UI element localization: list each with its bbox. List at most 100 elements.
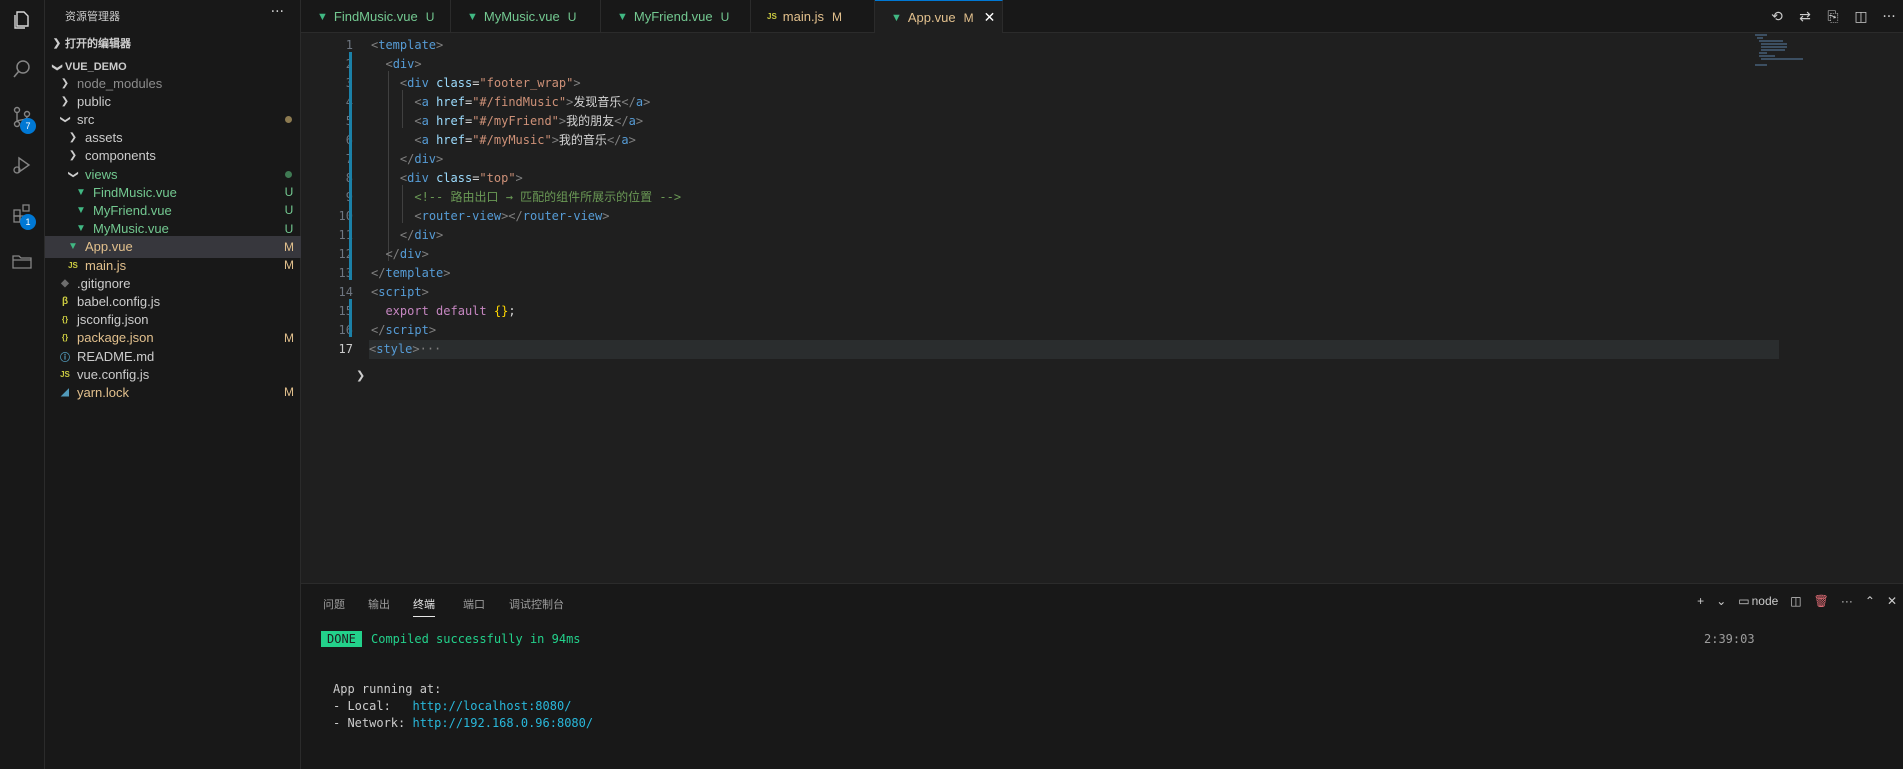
line-number: 3 <box>301 74 353 93</box>
line-number: 16 <box>338 323 353 337</box>
git-status-badge: M <box>284 239 294 254</box>
git-status-badge: M <box>284 258 294 272</box>
line-number: 8 <box>301 169 353 188</box>
line-number: 15 <box>338 304 353 318</box>
modified-lines-indicator <box>349 52 352 280</box>
modified-lines-indicator <box>349 299 352 337</box>
code-editor[interactable]: 1234567891011121314151617 ❯ <template> <… <box>301 33 1903 583</box>
code-line: <template> <box>371 38 444 52</box>
panel-tab[interactable]: 终端 <box>413 596 435 617</box>
done-badge: DONE <box>321 631 362 647</box>
babel-file-icon: β <box>61 295 69 307</box>
panel-more-icon[interactable]: ··· <box>1841 594 1853 608</box>
terminal-icon: ▭ <box>1738 594 1750 608</box>
json-file-icon: {} <box>61 315 69 325</box>
editor-actions: ⟲ ⇄ ⎘ ◫ ··· <box>1763 0 1903 33</box>
git-status-badge: U <box>284 221 294 236</box>
line-number: 9 <box>301 188 353 207</box>
compile-status: Compiled successfully in 94ms <box>371 632 581 646</box>
network-line: - Network: http://192.168.0.96:8080/ <box>333 716 593 730</box>
editor-tab[interactable]: ▼ App.vue M ✕ <box>875 0 1003 34</box>
compare-changes-icon[interactable]: ⇄ <box>1791 9 1819 25</box>
tab-label: MyFriend.vue <box>633 9 713 24</box>
tree-item-label: MyMusic.vue <box>93 221 169 237</box>
chevron-down-icon: ❯ <box>59 115 71 124</box>
panel-tab[interactable]: 调试控制台 <box>509 596 564 612</box>
minimap[interactable] <box>1753 33 1813 73</box>
line-number: 5 <box>301 112 353 131</box>
line-number: 2 <box>301 55 353 74</box>
panel-actions: + ⌄ ▭ node ◫ 🗑 ··· ⌃ ✕ <box>1691 590 1903 612</box>
vue-file-icon: ▼ <box>76 204 86 216</box>
search-icon[interactable] <box>8 55 36 83</box>
editor-tabs: ▼ FindMusic.vue U ▼ MyMusic.vue U ▼ MyFriend.vu… <box>301 0 1903 34</box>
remote-explorer-icon[interactable] <box>8 247 36 275</box>
kill-terminal-icon[interactable]: 🗑 <box>1814 594 1829 608</box>
editor-tab[interactable]: ▼ MyFriend.vue U <box>601 0 751 33</box>
tree-item-label: components <box>85 148 156 164</box>
tab-label: main.js <box>782 9 824 24</box>
git-status-badge: M <box>284 385 294 400</box>
explorer-more-icon[interactable]: ··· <box>271 4 284 20</box>
run-debug-icon[interactable] <box>8 151 36 179</box>
line-number: 13 <box>338 266 353 280</box>
explorer-icon[interactable] <box>8 6 36 34</box>
code-line: <script> <box>371 285 429 299</box>
code-line: <div> <box>385 57 422 71</box>
close-icon[interactable]: ✕ <box>984 9 996 26</box>
tree-item-label: README.md <box>77 348 155 364</box>
network-label: - Network: <box>333 716 413 730</box>
code-line: <a href="#/myMusic">我的音乐</a> <box>414 133 636 147</box>
more-actions-icon[interactable]: ··· <box>1875 9 1903 25</box>
tree-item-label: main.js <box>85 257 127 273</box>
tab-git-badge: U <box>720 9 730 24</box>
tree-item-label: yarn.lock <box>77 384 130 400</box>
code-line: </template> <box>371 266 451 280</box>
js-file-icon: JS <box>60 369 70 379</box>
close-panel-icon[interactable]: ✕ <box>1887 594 1897 608</box>
code-line: </script> <box>371 323 437 337</box>
explorer-title: 资源管理器 <box>65 11 120 23</box>
explorer-sidebar: 资源管理器 ··· ❯ 打开的编辑器 ❯ VUE_DEMO ❯ node_modu… <box>45 0 301 769</box>
chevron-right-icon: ❯ <box>68 150 78 162</box>
split-editor-icon[interactable]: ◫ <box>1847 9 1875 25</box>
line-number: 14 <box>338 285 353 299</box>
open-editors-section[interactable]: ❯ 打开的编辑器 <box>45 32 301 54</box>
editor-tab[interactable]: JS main.js M <box>751 0 875 33</box>
panel-tab[interactable]: 输出 <box>368 596 390 612</box>
code-line: </div> <box>399 228 444 242</box>
code-line: <a href="#/myFriend">我的朋友</a> <box>414 114 644 128</box>
panel-tab[interactable]: 问题 <box>323 596 345 612</box>
fold-chevron-icon[interactable]: ❯ <box>356 369 365 382</box>
tree-item-label: vue.config.js <box>77 366 150 382</box>
timeline-icon[interactable]: ⟲ <box>1763 9 1791 25</box>
terminal-shell-label[interactable]: node <box>1752 594 1779 608</box>
tab-label: MyMusic.vue <box>483 9 560 24</box>
chevron-right-icon: ❯ <box>60 77 70 89</box>
code-line: <router-view></router-view> <box>414 209 610 223</box>
editor-tab[interactable]: ▼ FindMusic.vue U <box>301 0 451 33</box>
split-terminal-icon[interactable]: ◫ <box>1790 594 1801 608</box>
tree-item-label: App.vue <box>85 239 133 255</box>
maximize-panel-icon[interactable]: ⌃ <box>1865 594 1875 608</box>
tree-item-label: assets <box>85 130 123 146</box>
new-terminal-button[interactable]: + <box>1697 594 1704 608</box>
network-url-link[interactable]: http://192.168.0.96:8080/ <box>412 716 593 730</box>
tree-item-label: FindMusic.vue <box>93 184 177 200</box>
tab-git-badge: M <box>963 10 974 25</box>
editor-tab[interactable]: ▼ MyMusic.vue U <box>451 0 601 33</box>
code-line: <style>··· <box>369 340 1779 359</box>
line-number: 12 <box>338 247 353 261</box>
open-changes-icon[interactable]: ⎘ <box>1819 9 1847 25</box>
tree-item[interactable]: ◢ yarn.lock M <box>45 381 301 403</box>
chevron-down-icon[interactable]: ⌄ <box>1716 594 1726 608</box>
scm-badge: 7 <box>20 118 36 134</box>
local-url-link[interactable]: http://localhost:8080/ <box>412 699 571 713</box>
compile-time: 2:39:03 <box>1704 632 1755 646</box>
vue-file-icon: ▼ <box>68 241 78 253</box>
tree-item-label: babel.config.js <box>77 293 161 309</box>
code-line: export default {}; <box>385 304 516 318</box>
panel-tab[interactable]: 端口 <box>463 596 485 612</box>
vue-file-icon: ▼ <box>617 10 628 23</box>
vue-file-icon: ▼ <box>317 10 328 23</box>
